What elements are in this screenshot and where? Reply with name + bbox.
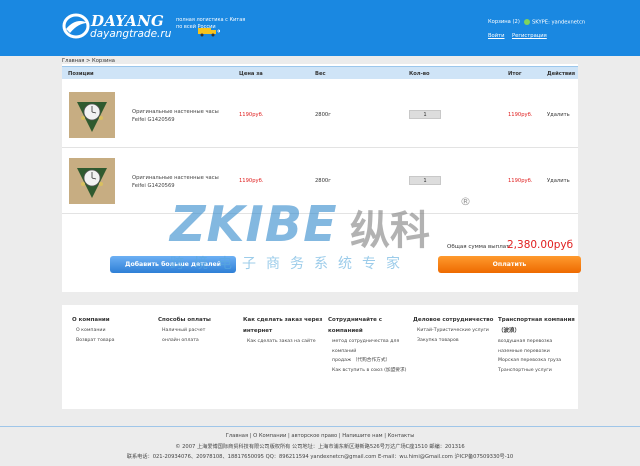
footer-link[interactable]: Как сделать заказ на сайте (243, 337, 327, 347)
cart-table-header: Позиции Цена за Вес Кол-во Итог Действия (62, 66, 578, 79)
col-items: Позиции (68, 71, 94, 77)
row-total: 1190руб. (508, 178, 533, 184)
watermark-brand-cn: 纵科 (350, 208, 430, 254)
footer-link[interactable]: Транспортные услуги (498, 366, 578, 376)
footer-link[interactable]: воздушная перевозка (498, 337, 578, 347)
footer-col-title: Транспортная компания （波浪） (498, 317, 575, 334)
site-header: DAYANG dayangtrade.ru полная логистика с… (0, 0, 640, 56)
total-sum-value: 2,380.00руб (507, 239, 574, 251)
footer-col-title: Сотрудничайте с компанией (328, 317, 383, 334)
footer-link[interactable]: Возврат товара (72, 336, 152, 346)
total-sum-label: Общая сумма выплат : (447, 244, 513, 250)
col-weight: Вес (315, 71, 326, 77)
footer-link[interactable]: Как вступить в союз (加盟要求) (328, 366, 412, 376)
logo-domain: dayangtrade.ru (90, 28, 172, 40)
footer-link[interactable]: продаж （代购合作方式） (328, 356, 412, 366)
footer-link[interactable]: онлайн оплата (158, 336, 238, 346)
footer-col-order: Как сделать заказ через интернет Как сде… (243, 315, 327, 347)
row-divider (62, 147, 578, 148)
col-total: Итог (508, 71, 522, 77)
delete-link[interactable]: Удалить (547, 112, 570, 118)
clock-image-icon (69, 158, 115, 204)
footer-link[interactable]: наземные перевозки (498, 347, 578, 357)
clock-image-icon (69, 92, 115, 138)
register-link[interactable]: Регистрация (512, 33, 547, 39)
footer-col-business: Деловое сотрудничество Китай-Туристическ… (413, 315, 497, 345)
footer-contact: 联系电话：021-20934076、20978108、18817650095 Q… (126, 454, 514, 460)
row-total: 1190руб. (508, 112, 533, 118)
footer-divider (0, 426, 640, 427)
footer-copyright: © 2007 上海爱博国际商贸科技有限公司版权所有 公司地址：上海市浦东新区港新… (175, 444, 465, 450)
footer-col-transport: Транспортная компания （波浪） воздушная пер… (498, 315, 578, 375)
col-actions: Действия (547, 71, 576, 77)
footer-links-panel: О компании О компании Возврат товара Спо… (62, 305, 578, 409)
header-skype[interactable]: SKYPE: yandexnetcn (524, 19, 585, 26)
product-name[interactable]: Оригинальные настенные часы Feifei G1420… (132, 108, 232, 124)
watermark-brand: ZKIBE (170, 196, 338, 253)
watermark-registered: ® (460, 195, 471, 208)
quantity-input[interactable]: 1 (409, 110, 441, 119)
footer-link[interactable]: Закупка товаров (413, 336, 497, 346)
footer-link[interactable]: Китай-Туристические услуги (413, 326, 497, 336)
footer-col-payment: Способы оплаты Наличный расчет онлайн оп… (158, 315, 238, 345)
footer-link[interactable]: Наличный расчет (158, 326, 238, 336)
product-weight: 2800г (315, 112, 331, 118)
product-price: 1190руб. (239, 178, 264, 184)
product-image[interactable] (69, 92, 115, 138)
header-cart-link[interactable]: Корзина (2) (488, 19, 520, 25)
footer-col-title: Деловое сотрудничество (413, 317, 494, 323)
col-qty: Кол-во (409, 71, 430, 77)
delete-link[interactable]: Удалить (547, 178, 570, 184)
footer-col-cooperate: Сотрудничайте с компанией метод сотрудни… (328, 315, 412, 375)
footer-link[interactable]: метод сотрудничества для компаний (328, 337, 412, 356)
footer-link[interactable]: О компании (72, 326, 152, 336)
footer-link[interactable]: Морская перевозка груза (498, 356, 578, 366)
truck-icon (198, 28, 220, 37)
login-link[interactable]: Войти (488, 33, 505, 39)
product-weight: 2800г (315, 178, 331, 184)
footer-col-about: О компании О компании Возврат товара (72, 315, 152, 345)
footer-nav[interactable]: Главная | О Компании | авторское право |… (0, 433, 640, 439)
pay-button[interactable]: Оплатить (438, 256, 581, 273)
watermark-slogan: 跨境电子商务系统专家 (170, 256, 410, 272)
quantity-input[interactable]: 1 (409, 176, 441, 185)
product-price: 1190руб. (239, 112, 264, 118)
col-price: Цена за (239, 71, 263, 77)
footer-col-title: О компании (72, 317, 110, 323)
skype-icon (524, 19, 530, 25)
footer-col-title: Как сделать заказ через интернет (243, 317, 323, 334)
product-image[interactable] (69, 158, 115, 204)
logo-swoosh-icon (62, 13, 90, 39)
product-name[interactable]: Оригинальные настенные часы Feifei G1420… (132, 174, 232, 190)
footer-col-title: Способы оплаты (158, 317, 211, 323)
